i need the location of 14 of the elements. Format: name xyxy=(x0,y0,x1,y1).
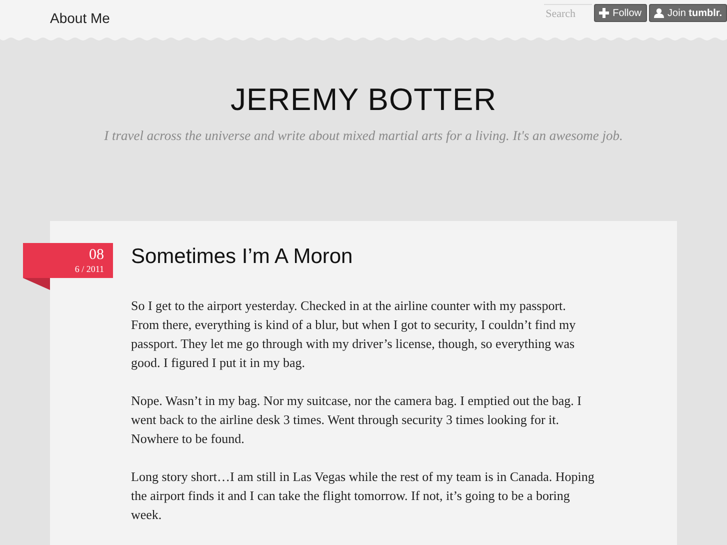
blog-title: JEREMY BOTTER xyxy=(229,82,498,118)
post-title[interactable]: Sometimes I’m A Moron xyxy=(131,243,595,271)
follow-button[interactable]: Follow xyxy=(594,4,647,22)
blog-tagline: I travel across the universe and write about mixed martial arts for a living. It's an awesome job. xyxy=(103,128,624,144)
about-me-link[interactable]: About Me xyxy=(50,10,110,26)
post-month-year: 6 / 2011 xyxy=(74,264,104,274)
search-field[interactable]: Search xyxy=(544,4,592,22)
plus-icon xyxy=(598,8,609,18)
post-paragraph: So I get to the airport yesterday. Checked in at the airline counter with my passport. From there, everything is kind of a blur, but when I got to security, I couldn’t find my passport. They let me go through with my driver’s license, though, so everything was good. I figured I put it in my bag. xyxy=(131,297,577,372)
post-day: 08 xyxy=(89,248,104,262)
join-button[interactable]: Join tumblr. xyxy=(648,4,727,22)
post-paragraph: Long story short…I am still in Las Vegas while the rest of my team is in Canada. Hoping the airport finds it and I can take the flight tomorrow. If not, it’s going to be a boring week. xyxy=(131,468,595,524)
person-icon xyxy=(654,8,664,18)
post-paragraph: Nope. Wasn’t in my bag. Nor my suitcase, nor the camera bag. I emptied out the bag. I went back to the airline desk 3 times. Went through security 3 times looking for it. Nowhere to be found. xyxy=(131,392,582,448)
